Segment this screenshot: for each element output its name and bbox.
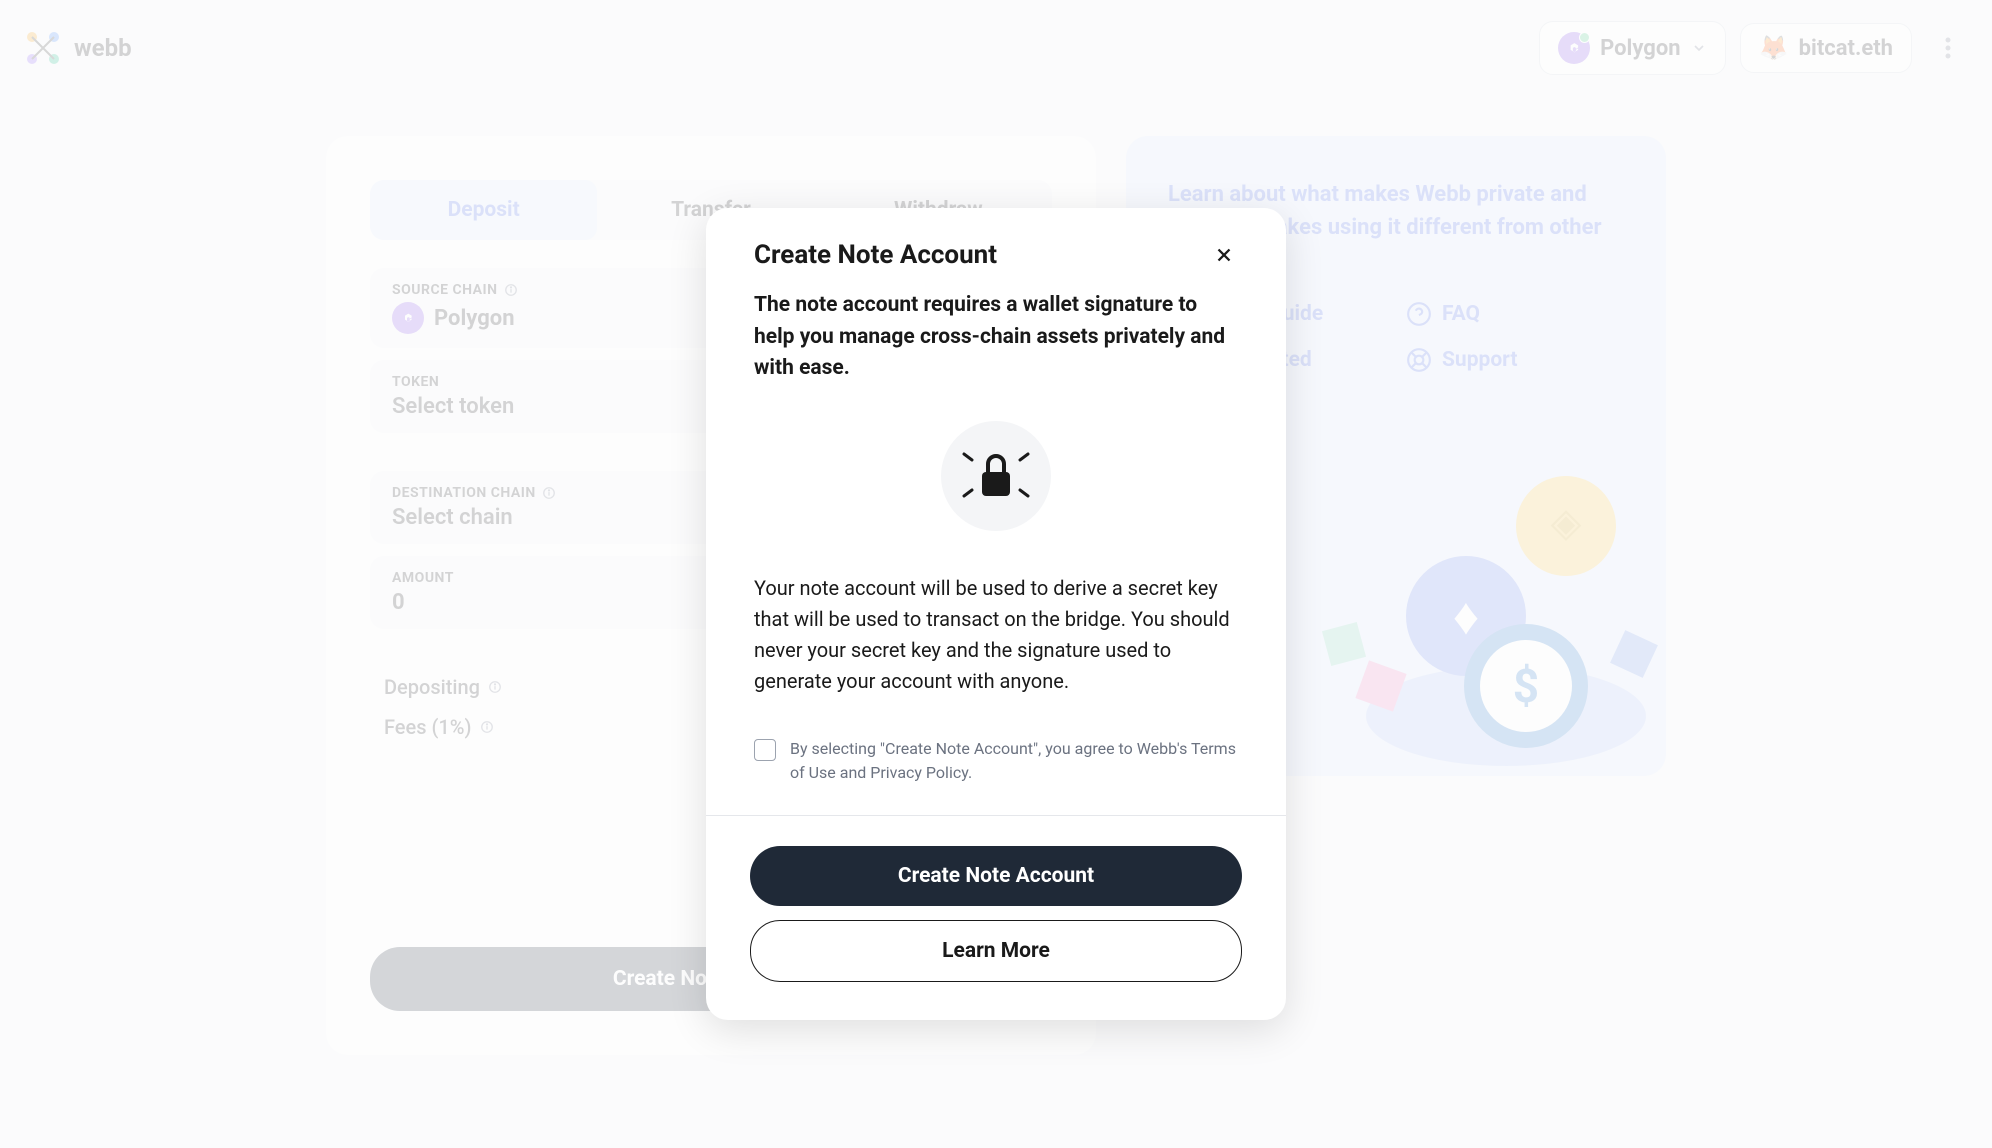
modal-intro: The note account requires a wallet signa… xyxy=(754,290,1238,385)
checkbox-text: By selecting "Create Note Account", you … xyxy=(790,737,1238,785)
create-note-account-modal: Create Note Account The note account req… xyxy=(706,208,1286,1020)
modal-description: Your note account will be used to derive… xyxy=(754,573,1238,697)
modal-overlay[interactable]: Create Note Account The note account req… xyxy=(0,0,1992,1148)
close-icon xyxy=(1213,244,1235,266)
modal-create-button[interactable]: Create Note Account xyxy=(750,846,1242,906)
lock-icon xyxy=(960,440,1032,512)
close-button[interactable] xyxy=(1210,241,1238,269)
lock-illustration xyxy=(754,421,1238,531)
modal-learn-more-button[interactable]: Learn More xyxy=(750,920,1242,982)
agree-checkbox[interactable] xyxy=(754,739,776,761)
modal-title: Create Note Account xyxy=(754,240,997,270)
